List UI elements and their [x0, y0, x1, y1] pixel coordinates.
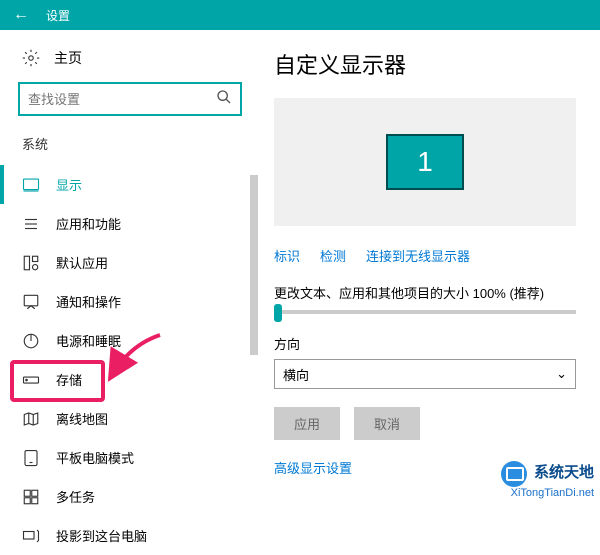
slider-thumb[interactable] — [274, 304, 282, 322]
storage-icon — [22, 371, 40, 389]
sidebar-item-default-apps[interactable]: 默认应用 — [0, 243, 260, 282]
multitask-icon — [22, 488, 40, 506]
search-input[interactable] — [18, 82, 242, 116]
sidebar-item-notifications[interactable]: 通知和操作 — [0, 282, 260, 321]
monitor-icon — [22, 176, 40, 194]
sidebar-item-label: 应用和功能 — [56, 214, 121, 233]
search-icon — [216, 89, 232, 110]
scale-slider[interactable] — [274, 310, 576, 314]
detect-link[interactable]: 检测 — [320, 246, 346, 265]
sidebar-item-project[interactable]: 投影到这台电脑 — [0, 516, 260, 555]
apply-button[interactable]: 应用 — [274, 407, 340, 440]
section-label: 系统 — [0, 134, 260, 165]
back-button[interactable]: ← — [0, 0, 42, 30]
cancel-button[interactable]: 取消 — [354, 407, 420, 440]
sidebar-item-label: 电源和睡眠 — [56, 331, 121, 350]
gear-icon — [22, 49, 40, 67]
display-links: 标识 检测 连接到无线显示器 — [274, 246, 576, 265]
watermark-logo-icon — [501, 461, 527, 487]
sidebar-item-power[interactable]: 电源和睡眠 — [0, 321, 260, 360]
dropdown-value: 横向 — [283, 365, 309, 384]
notifications-icon — [22, 293, 40, 311]
sidebar: 主页 系统 显示 应用和功能 默认应用 通知和操作 — [0, 30, 260, 505]
tablet-icon — [22, 449, 40, 467]
sidebar-item-label: 默认应用 — [56, 253, 108, 272]
sidebar-item-label: 通知和操作 — [56, 292, 121, 311]
sidebar-item-offline-maps[interactable]: 离线地图 — [0, 399, 260, 438]
page-title: 自定义显示器 — [274, 48, 576, 80]
monitor-number: 1 — [417, 146, 433, 178]
sidebar-item-multitask[interactable]: 多任务 — [0, 477, 260, 516]
sidebar-item-label: 投影到这台电脑 — [56, 526, 147, 545]
map-icon — [22, 410, 40, 428]
monitor-tile[interactable]: 1 — [386, 134, 464, 190]
list-icon — [22, 215, 40, 233]
sidebar-item-display[interactable]: 显示 — [0, 165, 260, 204]
project-icon — [22, 527, 40, 545]
arrow-left-icon: ← — [13, 6, 29, 24]
sidebar-item-apps[interactable]: 应用和功能 — [0, 204, 260, 243]
main-panel: 自定义显示器 1 标识 检测 连接到无线显示器 更改文本、应用和其他项目的大小 … — [260, 30, 600, 505]
button-row: 应用 取消 — [274, 407, 576, 440]
watermark-title: 系统天地 — [534, 464, 594, 481]
scrollbar[interactable] — [248, 175, 260, 505]
chevron-down-icon: ⌄ — [556, 366, 567, 382]
titlebar: ← 设置 — [0, 0, 600, 30]
sidebar-item-label: 多任务 — [56, 487, 95, 506]
sidebar-item-label: 离线地图 — [56, 409, 108, 428]
content: 主页 系统 显示 应用和功能 默认应用 通知和操作 — [0, 30, 600, 505]
wireless-link[interactable]: 连接到无线显示器 — [366, 246, 470, 265]
watermark: 系统天地 XiTongTianDi.net — [501, 461, 594, 499]
sidebar-item-label: 显示 — [56, 175, 82, 194]
home-link[interactable]: 主页 — [0, 44, 260, 82]
scale-label: 更改文本、应用和其他项目的大小 100% (推荐) — [274, 283, 576, 302]
watermark-url: XiTongTianDi.net — [511, 487, 594, 499]
identify-link[interactable]: 标识 — [274, 246, 300, 265]
display-preview[interactable]: 1 — [274, 98, 576, 226]
home-label: 主页 — [54, 48, 82, 68]
search-field[interactable] — [28, 92, 216, 107]
sidebar-item-tablet-mode[interactable]: 平板电脑模式 — [0, 438, 260, 477]
orientation-label: 方向 — [274, 334, 576, 353]
power-icon — [22, 332, 40, 350]
default-apps-icon — [22, 254, 40, 272]
window-title: 设置 — [46, 7, 70, 24]
scrollbar-thumb[interactable] — [250, 175, 258, 355]
orientation-dropdown[interactable]: 横向 ⌄ — [274, 359, 576, 389]
sidebar-item-label: 平板电脑模式 — [56, 448, 134, 467]
sidebar-item-label: 存储 — [56, 370, 82, 389]
sidebar-item-storage[interactable]: 存储 — [0, 360, 260, 399]
nav-list: 显示 应用和功能 默认应用 通知和操作 电源和睡眠 存储 — [0, 165, 260, 555]
